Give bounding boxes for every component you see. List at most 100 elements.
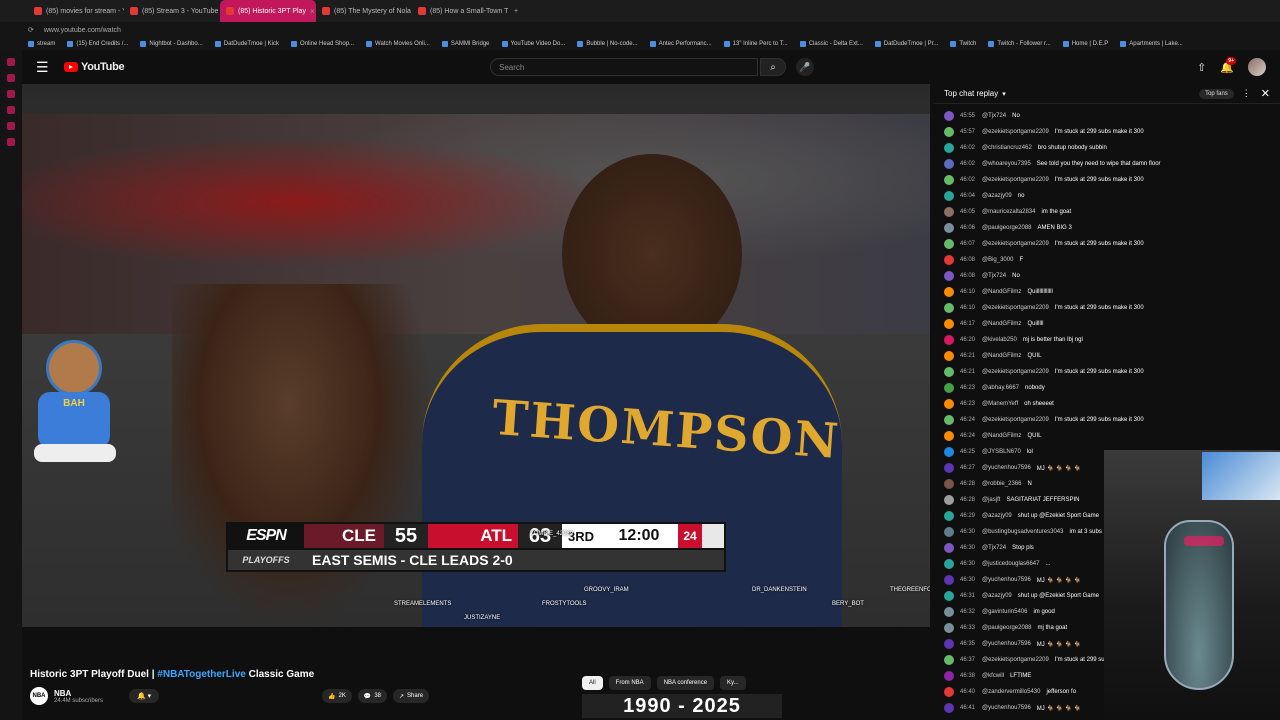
chat-author[interactable]: @paulgeorge2088 bbox=[982, 225, 1031, 231]
chat-author[interactable]: @justicedouglas6647 bbox=[982, 561, 1039, 567]
chat-author-avatar[interactable] bbox=[944, 303, 954, 313]
bookmark-item[interactable]: (15) End Credits /... bbox=[67, 41, 128, 47]
chat-author[interactable]: @robbie_2366 bbox=[982, 481, 1021, 487]
upload-icon[interactable]: ⇧ bbox=[1197, 61, 1206, 74]
like-button[interactable]: 👍 2K bbox=[322, 689, 352, 703]
youtube-logo[interactable]: YouTube bbox=[64, 61, 125, 73]
chat-author-avatar[interactable] bbox=[944, 527, 954, 537]
account-avatar[interactable] bbox=[1248, 58, 1266, 76]
chat-author-avatar[interactable] bbox=[944, 127, 954, 137]
chat-author-avatar[interactable] bbox=[944, 271, 954, 281]
bookmark-item[interactable]: Bubble | No-code... bbox=[577, 41, 638, 47]
chat-author[interactable]: @ezekietsportgame2209 bbox=[982, 657, 1049, 663]
chat-author[interactable]: @mauricezalta2834 bbox=[982, 209, 1035, 215]
chat-author-avatar[interactable] bbox=[944, 191, 954, 201]
bookmark-item[interactable]: Watch Movies Onli... bbox=[366, 41, 430, 47]
sidebar-app-icon[interactable] bbox=[7, 138, 15, 146]
chat-author[interactable]: @christiancruz462 bbox=[982, 145, 1032, 151]
chat-author[interactable]: @abhay.6667 bbox=[982, 385, 1019, 391]
chat-author[interactable]: @Tjx724 bbox=[982, 273, 1006, 279]
bookmark-item[interactable]: Nightbot - Dashbo... bbox=[140, 41, 203, 47]
chat-author-avatar[interactable] bbox=[944, 639, 954, 649]
browser-tab[interactable]: (85) The Mystery of Nola× bbox=[316, 0, 412, 22]
chat-author-avatar[interactable] bbox=[944, 383, 954, 393]
chat-author[interactable]: @ezekietsportgame2209 bbox=[982, 305, 1049, 311]
chat-author[interactable]: @ezekietsportgame2209 bbox=[982, 369, 1049, 375]
close-tab-icon[interactable]: × bbox=[310, 7, 315, 16]
chat-mode-label[interactable]: Top chat replay bbox=[944, 89, 998, 98]
chat-author-avatar[interactable] bbox=[944, 607, 954, 617]
chat-author[interactable]: @NandGFilmz bbox=[982, 289, 1021, 295]
chat-author[interactable]: @yuchenhou7596 bbox=[982, 465, 1031, 471]
chat-author[interactable]: @yuchenhou7596 bbox=[982, 705, 1031, 711]
chat-author-avatar[interactable] bbox=[944, 287, 954, 297]
chat-author-avatar[interactable] bbox=[944, 479, 954, 489]
bookmark-item[interactable]: Antec Performanc... bbox=[649, 41, 712, 47]
chat-author[interactable]: @paulgeorge2088 bbox=[982, 625, 1031, 631]
bookmark-item[interactable]: Home | D.E.P bbox=[1062, 41, 1108, 47]
search-input[interactable]: Search bbox=[490, 58, 758, 76]
bookmark-item[interactable]: SAMMI Bridge bbox=[441, 41, 490, 47]
chat-author-avatar[interactable] bbox=[944, 703, 954, 713]
chat-author[interactable]: @zandervermillo5430 bbox=[982, 689, 1040, 695]
chat-author[interactable]: @kivelab250 bbox=[982, 337, 1017, 343]
chat-author-avatar[interactable] bbox=[944, 111, 954, 121]
channel-name[interactable]: NBA bbox=[54, 689, 103, 698]
browser-tab[interactable]: (85) Historic 3PT Play × bbox=[220, 0, 316, 22]
chat-author-avatar[interactable] bbox=[944, 367, 954, 377]
chat-author-avatar[interactable] bbox=[944, 175, 954, 185]
chat-author[interactable]: @azazjy09 bbox=[982, 513, 1012, 519]
comments-button[interactable]: 💬 38 bbox=[357, 689, 387, 703]
share-button[interactable]: ↗ Share bbox=[393, 689, 430, 703]
chat-author-avatar[interactable] bbox=[944, 351, 954, 361]
bookmark-item[interactable]: Classic - Delta Ext... bbox=[799, 41, 863, 47]
chat-author[interactable]: @yuchenhou7596 bbox=[982, 577, 1031, 583]
browser-tab[interactable]: (85) Stream 3 - YouTube× bbox=[124, 0, 220, 22]
chat-author[interactable]: @Tjx724 bbox=[982, 545, 1006, 551]
browser-tab[interactable]: (85) How a Small-Town Te× bbox=[412, 0, 508, 22]
chat-author[interactable]: @ezekietsportgame2209 bbox=[982, 129, 1049, 135]
bookmark-item[interactable]: Twitch - Follower r... bbox=[988, 41, 1051, 47]
chat-author-avatar[interactable] bbox=[944, 207, 954, 217]
chat-author[interactable]: @bustingbugsadventures3043 bbox=[982, 529, 1063, 535]
chat-author-avatar[interactable] bbox=[944, 511, 954, 521]
chat-author[interactable]: @NandGFilmz bbox=[982, 433, 1021, 439]
chat-author[interactable]: @ezekietsportgame2209 bbox=[982, 241, 1049, 247]
chat-author-avatar[interactable] bbox=[944, 399, 954, 409]
chat-author-avatar[interactable] bbox=[944, 575, 954, 585]
chat-author[interactable]: @azazjy09 bbox=[982, 193, 1012, 199]
chat-author[interactable]: @NandGFilmz bbox=[982, 321, 1021, 327]
chat-author-avatar[interactable] bbox=[944, 159, 954, 169]
hamburger-menu-icon[interactable]: ☰ bbox=[36, 59, 56, 76]
chat-author-avatar[interactable] bbox=[944, 463, 954, 473]
chat-author[interactable]: @azazjy09 bbox=[982, 593, 1012, 599]
chat-author-avatar[interactable] bbox=[944, 591, 954, 601]
notifications-bell-icon[interactable]: 🔔 9+ bbox=[1220, 56, 1236, 74]
chat-author[interactable]: @gavinturin5406 bbox=[982, 609, 1027, 615]
chat-author-avatar[interactable] bbox=[944, 335, 954, 345]
chat-author[interactable]: @ezekietsportgame2209 bbox=[982, 177, 1049, 183]
bookmark-item[interactable]: stream bbox=[28, 41, 55, 47]
search-icon[interactable]: ⌕ bbox=[760, 58, 786, 76]
bookmark-item[interactable]: Online Head Shop... bbox=[291, 41, 354, 47]
chat-author[interactable]: @kfcwill bbox=[982, 673, 1004, 679]
top-fans-button[interactable]: Top fans bbox=[1199, 88, 1234, 99]
chat-author-avatar[interactable] bbox=[944, 671, 954, 681]
chat-author[interactable]: @JYSBLN670 bbox=[982, 449, 1021, 455]
chat-author-avatar[interactable] bbox=[944, 623, 954, 633]
chat-author-avatar[interactable] bbox=[944, 655, 954, 665]
chat-author-avatar[interactable] bbox=[944, 431, 954, 441]
chat-author-avatar[interactable] bbox=[944, 223, 954, 233]
video-title-hashtag[interactable]: #NBATogetherLive bbox=[157, 669, 246, 680]
chat-author-avatar[interactable] bbox=[944, 559, 954, 569]
chat-author-avatar[interactable] bbox=[944, 687, 954, 697]
chat-author[interactable]: @jasjft bbox=[982, 497, 1000, 503]
bookmark-item[interactable]: YouTube Video Do... bbox=[501, 41, 565, 47]
sidebar-app-icon[interactable] bbox=[7, 74, 15, 82]
new-tab-icon[interactable]: + bbox=[514, 8, 518, 15]
chat-author-avatar[interactable] bbox=[944, 255, 954, 265]
bookmark-item[interactable]: Apartments | Lake... bbox=[1120, 41, 1183, 47]
video-player[interactable]: THOMPSON ESPN CLE 55 ATL 63 3RD 12:00 24… bbox=[22, 84, 930, 627]
chat-author[interactable]: @Tjx724 bbox=[982, 113, 1006, 119]
chat-author-avatar[interactable] bbox=[944, 543, 954, 553]
